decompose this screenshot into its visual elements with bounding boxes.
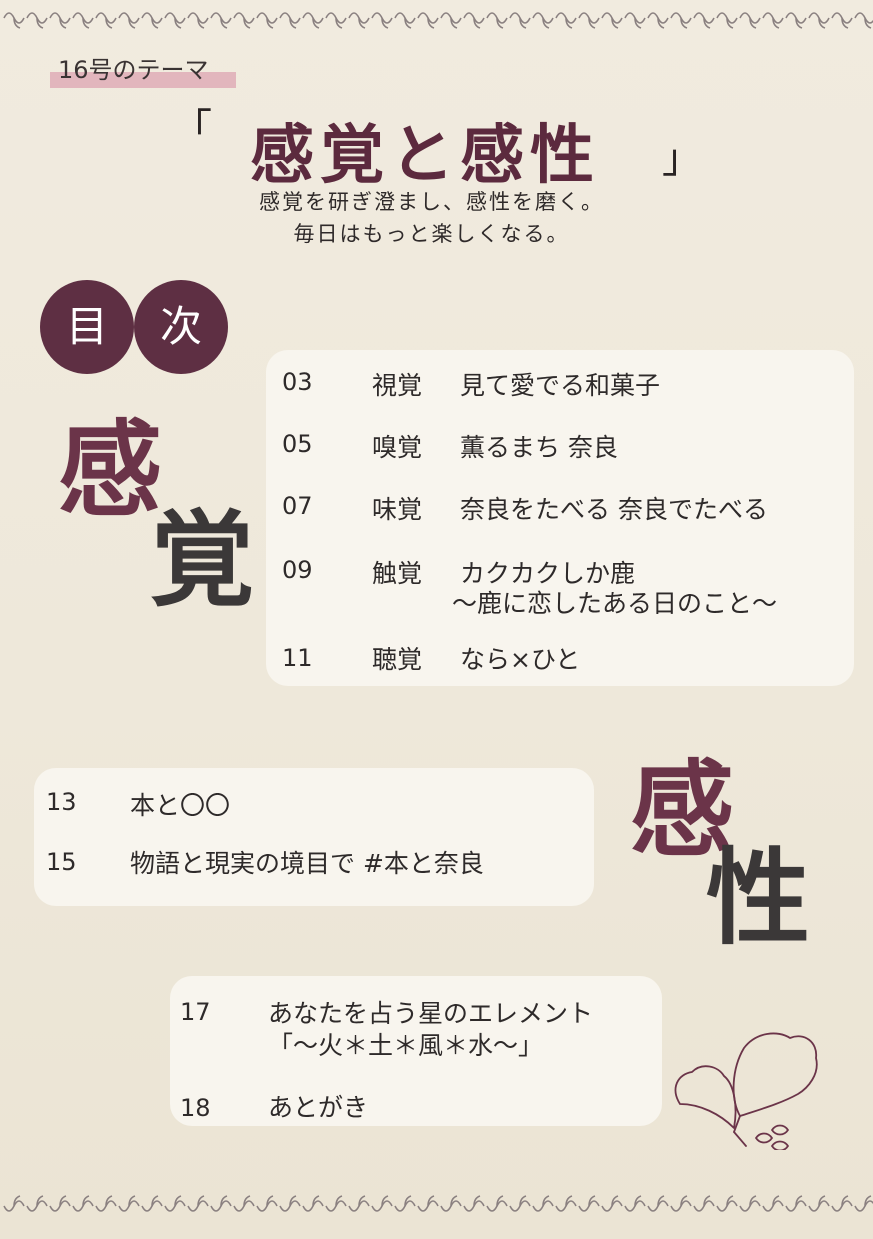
subtitle-line-2: 毎日はもっと楽しくなる。 bbox=[293, 222, 570, 246]
toc-page-number: 15 bbox=[46, 848, 77, 876]
section-heading-kansei-2: 性 bbox=[706, 837, 811, 959]
toc-sense-label: 視覚 bbox=[372, 371, 423, 400]
subtitle-line-1: 感覚を研ぎ澄まし、感性を磨く。 bbox=[259, 190, 604, 214]
toc-page-number: 03 bbox=[282, 368, 313, 396]
toc-page-number: 09 bbox=[282, 556, 313, 584]
toc-entry-title[interactable]: あなたを占う星のエレメント bbox=[268, 994, 593, 1030]
toc-entry-title[interactable]: 物語と現実の境目で #本と奈良 bbox=[130, 844, 484, 880]
toc-page-number: 05 bbox=[282, 430, 313, 458]
toc-panel-extra: 17 あなたを占う星のエレメント 「〜火＊土＊風＊水〜」 18 あとがき bbox=[170, 976, 662, 1126]
toc-entry-title[interactable]: 見て愛でる和菓子 bbox=[460, 366, 660, 402]
toc-entry-title[interactable]: 薫るまち 奈良 bbox=[460, 428, 618, 464]
toc-page-number: 18 bbox=[180, 1094, 211, 1122]
toc-heading-char-2: 次 bbox=[134, 280, 228, 374]
toc-page-number: 07 bbox=[282, 492, 313, 520]
toc-entry-subtitle: 〜鹿に恋したある日のこと〜 bbox=[452, 589, 778, 618]
title-bracket-open: 「 bbox=[172, 106, 212, 152]
issue-title: 感覚と感性 bbox=[250, 119, 600, 193]
toc-entry-title[interactable]: あとがき bbox=[268, 1088, 368, 1124]
toc-entry-subtitle: 「〜火＊土＊風＊水〜」 bbox=[268, 1031, 544, 1060]
toc-heading-char-1: 目 bbox=[40, 280, 134, 374]
theme-label-text: 16号のテーマ bbox=[58, 56, 209, 84]
issue-theme-label: 16号のテーマ bbox=[50, 48, 236, 88]
ginkgo-leaf-icon bbox=[674, 1032, 818, 1150]
toc-sense-label: 聴覚 bbox=[372, 645, 423, 674]
toc-entry-title[interactable]: 本と〇〇 bbox=[130, 786, 230, 822]
scallop-border-bottom bbox=[3, 1195, 873, 1212]
toc-sense-label: 味覚 bbox=[372, 495, 423, 524]
toc-panel-senses: 03 視覚 見て愛でる和菓子 05 嗅覚 薫るまち 奈良 07 味覚 奈良をたべ… bbox=[266, 350, 854, 686]
toc-sense-label: 触覚 bbox=[372, 559, 423, 588]
toc-panel-sensibility: 13 本と〇〇 15 物語と現実の境目で #本と奈良 bbox=[34, 768, 594, 906]
toc-entry-title[interactable]: なら×ひと bbox=[460, 640, 580, 676]
toc-entry-title[interactable]: 奈良をたべる 奈良でたべる bbox=[460, 490, 768, 526]
scallop-border-top bbox=[3, 12, 873, 29]
title-bracket-close: 」 bbox=[662, 136, 702, 182]
toc-page-number: 17 bbox=[180, 998, 211, 1026]
section-heading-kankaku-1: 感 bbox=[58, 409, 163, 531]
toc-page-number: 13 bbox=[46, 788, 77, 816]
toc-page-number: 11 bbox=[282, 644, 313, 672]
toc-sense-label: 嗅覚 bbox=[372, 433, 423, 462]
magazine-toc-page: 16号のテーマ 「 感覚と感性 」 感覚を研ぎ澄まし、感性を磨く。 毎日はもっと… bbox=[0, 0, 873, 1239]
section-heading-kankaku-2: 覚 bbox=[150, 499, 255, 621]
